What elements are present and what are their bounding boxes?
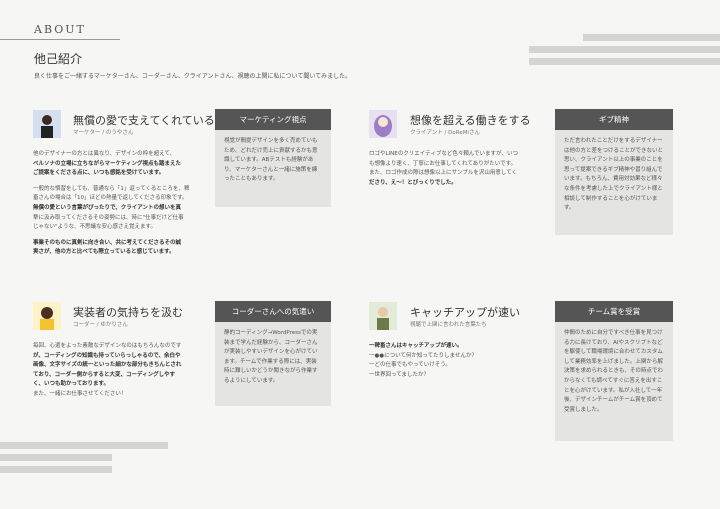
- card-title: 実装者の気持ちを汲む: [73, 306, 183, 319]
- card-subtitle: クライアント / DoReMiさん: [410, 130, 480, 136]
- avatar: [369, 302, 397, 330]
- card-subtitle: マーケター / のうやさん: [73, 130, 134, 136]
- intro-text: 良く仕事をご一緒するマーケターさん、コーダーさん、クライアントさん、視聴の上関に…: [34, 73, 352, 80]
- side-panel-body: 静的コーディング→WordPressでの実装まで学んだ経験から、コーダーさんが実…: [224, 330, 318, 384]
- decor-bar: [529, 58, 720, 65]
- avatar: [33, 302, 61, 330]
- side-panel-body: ただ言われたことだけをするデザイナーは他の方と差をつけることができないと思い、ク…: [564, 138, 664, 212]
- card-title: 想像を超える働きをする: [410, 114, 531, 127]
- side-panel: ギブ精神 ただ言われたことだけをするデザイナーは他の方と差をつけることができない…: [555, 109, 673, 235]
- side-panel: チーム賞を受賞 仲間のために自分ですべき仕事を見つける力に長けており、AIやスク…: [555, 301, 673, 441]
- card-title: 無償の愛で支えてくれている: [73, 114, 215, 127]
- side-panel: マーケティング視点 視覚が間提デザインを多く売めていもため、どれだけ売上に貢献す…: [215, 109, 331, 207]
- decor-bar: [583, 34, 720, 41]
- side-panel-title: マーケティング視点: [215, 109, 331, 130]
- side-panel-title: チーム賞を受賞: [555, 301, 673, 322]
- card-title: キャッチアップが速い: [410, 306, 520, 319]
- card-body: ロゴやLINEのクリエイティブなど色々頼んでいますが、いつ も想像より速く、丁寧に…: [369, 151, 518, 186]
- avatar: [369, 110, 397, 138]
- decor-bar: [0, 454, 112, 461]
- divider: [0, 39, 120, 40]
- card-subtitle: コーダー / ゆかりさん: [73, 322, 128, 328]
- section-label: ABOUT: [34, 23, 86, 36]
- card-subtitle: 視聴で上関に言われた言葉たち: [410, 322, 487, 328]
- decor-bar: [0, 442, 168, 449]
- side-panel-body: 仲間のために自分ですべき仕事を見つける力に長けており、AIやスクリプトなどを駆使…: [564, 330, 663, 413]
- card-body: 毎回、心遣をよった素敵なデザインなのはもちろんなのです が、コーディングの知識も持…: [33, 343, 182, 397]
- side-panel-title: ギブ精神: [555, 109, 673, 130]
- card-body: 一稗畜さんはキャッチアップが速い。 一●●について何か知ってたりしませんか？ 一どの…: [369, 343, 477, 378]
- side-panel-title: コーダーさんへの気遣い: [215, 301, 331, 322]
- page-title: 他己紹介: [34, 52, 83, 66]
- decor-bar: [529, 46, 720, 53]
- side-panel-body: 視覚が間提デザインを多く売めていもため、どれだけ売上に貢献するかも意識しています…: [224, 138, 318, 183]
- card-body: 他のデザイナーの方とは異なり、デザインの枠を超えて、 ベルソナの立場に立ちながらマ…: [33, 151, 190, 256]
- avatar: [33, 110, 61, 138]
- side-panel: コーダーさんへの気遣い 静的コーディング→WordPressでの実装まで学んだ経…: [215, 301, 331, 406]
- decor-bar: [0, 466, 112, 473]
